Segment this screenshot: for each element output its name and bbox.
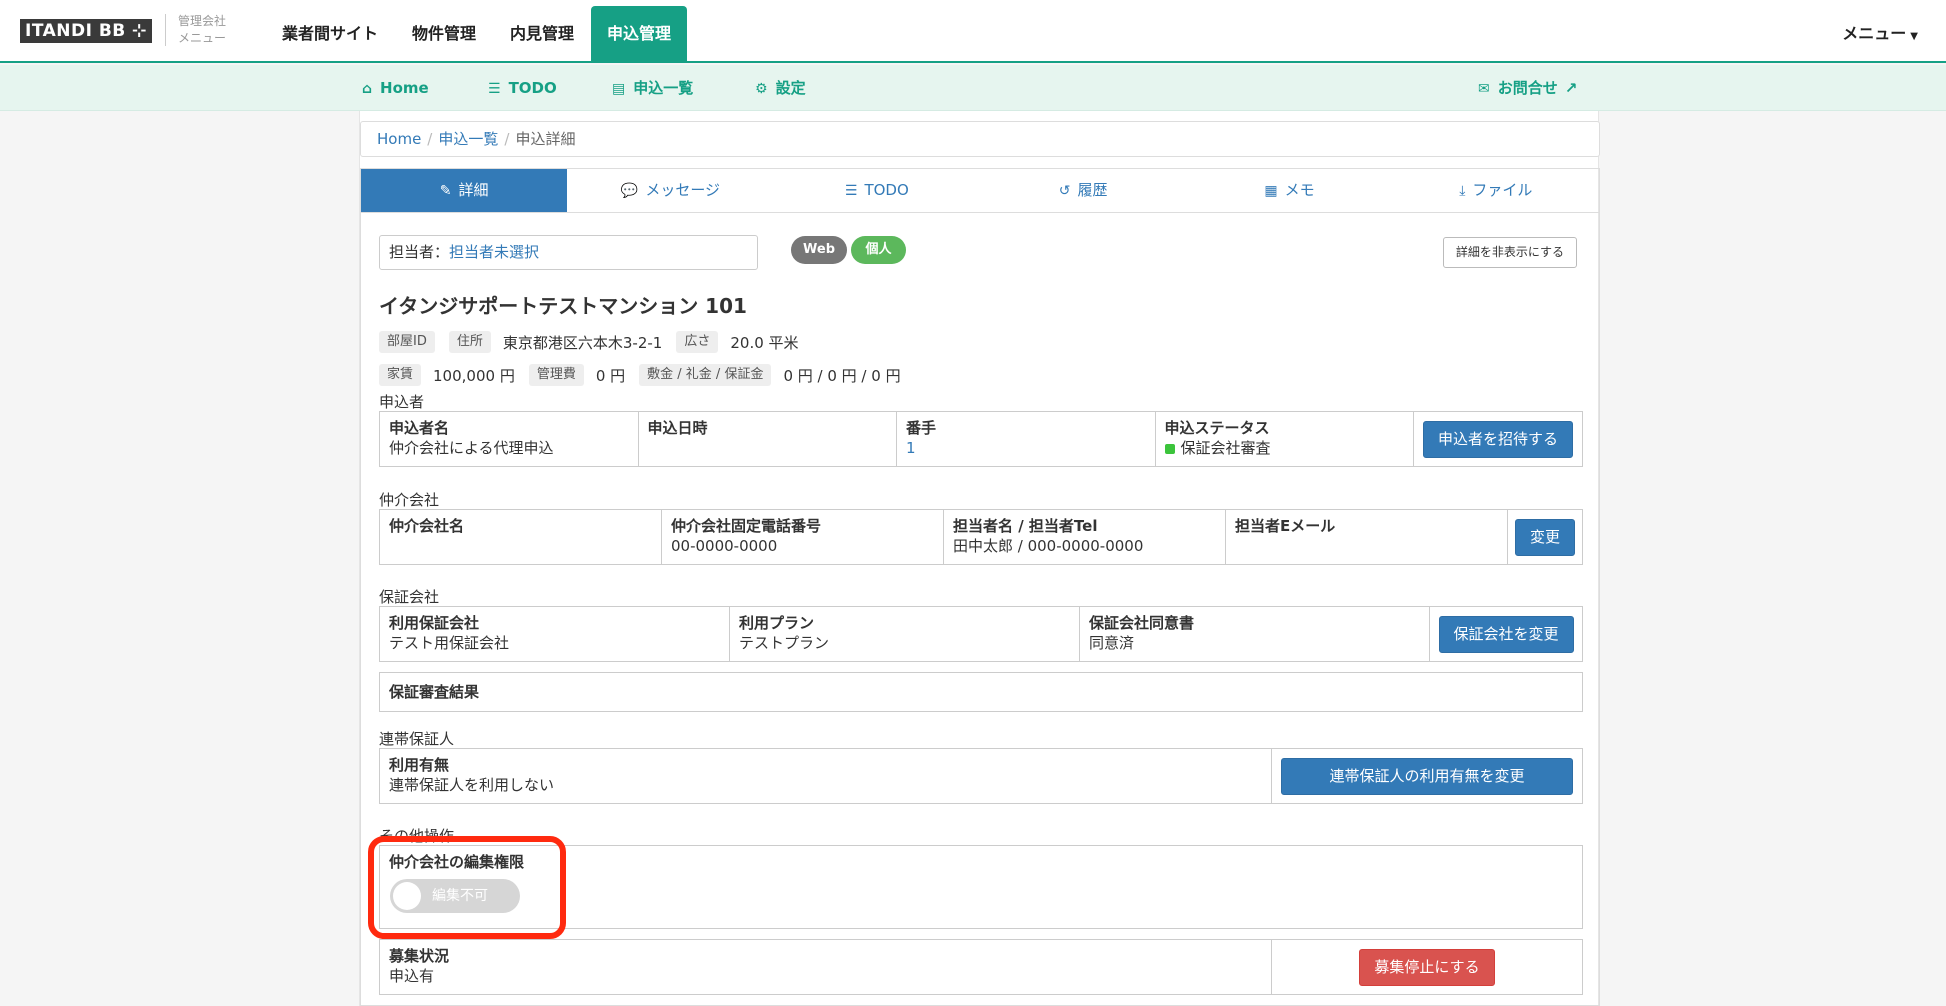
top-nav: 業者間サイト 物件管理 内見管理 申込管理 [265,0,688,63]
screening-result-box: 保証審査結果 [379,672,1583,712]
tab-history[interactable]: ↺ 履歴 [980,169,1186,212]
other-actions-section-label: その他操作 [379,827,455,845]
stop-recruitment-button[interactable]: 募集停止にする [1359,948,1495,986]
checklist-icon: ☰ [488,81,501,97]
room-id-label: 部屋ID [379,331,435,353]
invite-applicant-button[interactable]: 申込者を招待する [1423,420,1574,458]
joint-guarantor-section-label: 連帯保証人 [379,730,455,748]
subnav-todo[interactable]: ☰ TODO [488,65,557,111]
tab-details[interactable]: ✎ 詳細 [361,169,568,212]
download-icon: ⤓ [1459,183,1466,199]
admin-menu-label[interactable]: 管理会社 メニュー [178,13,238,47]
assignee-selector[interactable]: 担当者：担当者未選択 [379,235,758,270]
nav-inter-company-site[interactable]: 業者間サイト [265,0,395,63]
property-meta-row-2: 家賃 100,000 円 管理費 0 円 敷金 / 礼金 / 保証金 0 円 /… [379,364,915,386]
edit-permission-toggle[interactable]: 編集不可 [390,879,520,913]
top-navbar: ITANDI BB ⊹ 管理会社 メニュー 業者間サイト 物件管理 内見管理 申… [0,0,1946,63]
tab-todo[interactable]: ☰ TODO [774,169,980,212]
tab-messages[interactable]: 💬 メッセージ [567,169,773,212]
edit-permission-label: 仲介会社の編集権限 [389,853,525,871]
edit-icon: ✎ [439,183,452,199]
rent-value: 100,000 円 [433,366,515,385]
subnav-settings[interactable]: ⚙ 設定 [755,65,806,111]
property-meta-row-1: 部屋ID 住所 東京都港区六本木3-2-1 広さ 20.0 平米 [379,331,813,353]
main-container: Home / 申込一覧 / 申込詳細 ✎ 詳細 💬 メッセージ ☰ TODO ↺ 履歴 ▦ メモ … [359,111,1600,1006]
table-icon: ▦ [1264,183,1278,199]
deposit-value: 0 円 / 0 円 / 0 円 [783,366,901,385]
detail-tabs: ✎ 詳細 💬 メッセージ ☰ TODO ↺ 履歴 ▦ メモ ⤓ ファイル [360,168,1600,213]
itandi-logo[interactable]: ITANDI BB ⊹ [20,19,152,43]
breadcrumb-application-list[interactable]: 申込一覧 [438,130,498,148]
toggle-knob [393,882,421,910]
list-icon: ☰ [844,183,858,199]
address-label: 住所 [448,331,491,353]
guarantor-company-section-label: 保証会社 [379,588,440,606]
change-broker-button[interactable]: 変更 [1515,518,1576,556]
applicant-box: 申込者名 仲介会社による代理申込 申込日時 番手 1 申込ステータス 保証会社審… [379,411,1583,467]
area-value: 20.0 平米 [730,333,799,352]
guarantor-company-cell: 利用保証会社 テスト用保証会社 [380,607,730,661]
joint-guarantor-box: 利用有無 連帯保証人を利用しない 連帯保証人の利用有無を変更 [379,748,1583,804]
web-badge: Web [791,236,847,264]
user-menu-dropdown[interactable]: メニュー ▼ [1842,20,1918,44]
individual-badge: 個人 [851,236,906,264]
file-icon: ▤ [612,81,626,97]
recruitment-box: 募集状況 申込有 募集停止にする [379,939,1583,995]
nav-property-management[interactable]: 物件管理 [395,0,493,63]
status-dot-icon [1164,443,1175,454]
assignee-value[interactable]: 担当者未選択 [449,243,539,261]
change-joint-guarantor-button[interactable]: 連帯保証人の利用有無を変更 [1281,757,1573,795]
edit-permission-box: 仲介会社の編集権限 編集不可 [379,845,1583,929]
plan-cell: 利用プラン テストプラン [730,607,1080,661]
broker-section-label: 仲介会社 [379,491,440,509]
applicant-name-cell: 申込者名 仲介会社による代理申込 [380,412,639,466]
joint-guarantor-usage-cell: 利用有無 連帯保証人を利用しない [380,749,1272,803]
home-icon: ⌂ [362,81,373,97]
nav-viewing-management[interactable]: 内見管理 [493,0,591,63]
subnav-application-list[interactable]: ▤ 申込一覧 [612,65,693,111]
tab-files[interactable]: ⤓ ファイル [1393,169,1599,212]
envelope-icon: ✉ [1478,81,1490,97]
applicant-section-label: 申込者 [379,393,425,411]
application-status-cell: 申込ステータス 保証会社審査 [1156,412,1414,466]
change-guarantor-company-button[interactable]: 保証会社を変更 [1438,615,1574,653]
area-label: 広さ [676,331,719,353]
tab-memo[interactable]: ▦ メモ [1186,169,1392,212]
mgmt-fee-label: 管理費 [528,364,584,386]
mgmt-fee-value: 0 円 [595,366,626,385]
external-link-icon: ↗ [1564,79,1578,97]
subnav-contact[interactable]: ✉ お問合せ ↗ [1478,65,1577,111]
subnav-home[interactable]: ⌂ Home [362,65,429,111]
applied-date-cell: 申込日時 [639,412,897,466]
history-icon: ↺ [1058,183,1071,199]
breadcrumb: Home / 申込一覧 / 申込詳細 [360,121,1600,157]
screening-result-label: 保証審査結果 [389,683,480,701]
deposit-label: 敷金 / 礼金 / 保証金 [639,364,772,386]
broker-email-cell: 担当者Eメール [1226,510,1508,564]
breadcrumb-home[interactable]: Home [377,130,421,148]
order-cell: 番手 1 [897,412,1156,466]
rent-label: 家賃 [379,364,422,386]
guarantor-company-box: 利用保証会社 テスト用保証会社 利用プラン テストプラン 保証会社同意書 同意済… [379,606,1583,662]
recruitment-status-cell: 募集状況 申込有 [380,940,1272,994]
broker-box: 仲介会社名 仲介会社固定電話番号 00-0000-0000 担当者名 / 担当者… [379,509,1583,565]
caret-down-icon: ▼ [1910,31,1918,42]
broker-staff-cell: 担当者名 / 担当者Tel 田中太郎 / 000-0000-0000 [944,510,1226,564]
gear-icon: ⚙ [755,81,768,97]
logo-divider [165,14,166,46]
consent-cell: 保証会社同意書 同意済 [1080,607,1430,661]
address-value: 東京都港区六本木3-2-1 [502,333,663,352]
broker-name-cell: 仲介会社名 [380,510,662,564]
comments-icon: 💬 [620,183,639,199]
toggle-state-label: 編集不可 [432,888,488,904]
nav-application-management[interactable]: 申込管理 [591,6,688,63]
breadcrumb-current: 申込詳細 [515,130,576,148]
sub-navbar: ⌂ Home ☰ TODO ▤ 申込一覧 ⚙ 設定 ✉ お問合せ ↗ [0,65,1946,111]
detail-panel: 担当者：担当者未選択 Web 個人 詳細を非表示にする イタンジサポートテストマ… [360,213,1600,1006]
hide-details-button[interactable]: 詳細を非表示にする [1442,237,1577,268]
property-title: イタンジサポートテストマンション 101 [379,294,747,318]
order-link[interactable]: 1 [906,439,916,457]
broker-phone-cell: 仲介会社固定電話番号 00-0000-0000 [662,510,944,564]
